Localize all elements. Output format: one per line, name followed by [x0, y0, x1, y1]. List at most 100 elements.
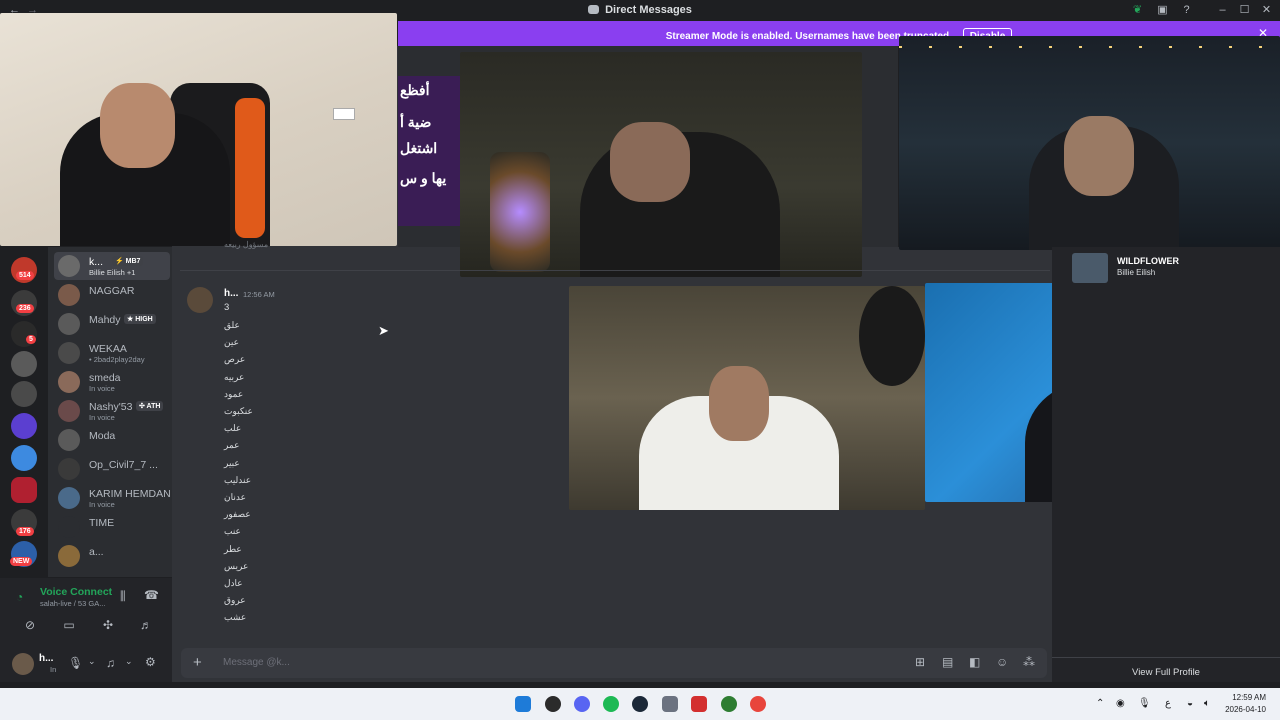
overlay-line: ضية أ: [400, 114, 432, 130]
inbox-icon[interactable]: ▣: [1156, 4, 1169, 17]
minimize-icon[interactable]: –: [1216, 4, 1229, 17]
server-tag: ⚡ MB7: [112, 256, 144, 266]
spotify-icon[interactable]: [603, 696, 619, 712]
dm-item[interactable]: Nashy'53 ✣ ATH In voice: [54, 397, 170, 425]
soundboard-icon[interactable]: ♬: [138, 618, 154, 632]
tray-mic-icon[interactable]: 🎙︎: [1138, 698, 1151, 709]
dm-item[interactable]: KARIM HEMDAN In voice: [54, 484, 171, 512]
overlay-line: يها و س: [400, 170, 447, 186]
dm-item[interactable]: TIME: [54, 513, 170, 541]
message-input[interactable]: Message @k...: [223, 657, 290, 668]
dm-item[interactable]: WEKAA • 2bad2play2day: [54, 339, 170, 367]
message-word-line: عندليب: [224, 474, 252, 485]
message-timestamp: 12:56 AM: [243, 290, 275, 299]
tray-app-icon[interactable]: ◉: [1116, 698, 1125, 709]
user-avatar[interactable]: [12, 653, 34, 675]
avatar: [58, 487, 80, 509]
overlay-line: أفظع: [400, 82, 430, 98]
dm-item[interactable]: Mahdy ★ HIGH: [54, 310, 170, 338]
chevron-down-icon[interactable]: ⌄: [88, 656, 96, 667]
close-window-icon[interactable]: ✕: [1260, 4, 1273, 17]
webcam-feed-top-left[interactable]: [0, 13, 397, 246]
message-avatar[interactable]: [187, 287, 213, 313]
dm-item[interactable]: smeda In voice: [54, 368, 170, 396]
microphone-icon[interactable]: 🎙︎: [68, 656, 83, 670]
chrome-icon[interactable]: [750, 696, 766, 712]
language-indicator[interactable]: ع: [1165, 698, 1171, 709]
avatar: [58, 255, 80, 277]
server-icon[interactable]: [11, 381, 37, 407]
server-icon[interactable]: [11, 477, 37, 503]
clock-date[interactable]: 2026-04-10: [1210, 705, 1266, 714]
message-author[interactable]: h...: [224, 288, 238, 299]
message-word-line: عين: [224, 337, 239, 348]
camera-off-icon[interactable]: ⊘: [22, 618, 38, 632]
sticker-icon[interactable]: ◧: [969, 655, 980, 669]
headphones-icon[interactable]: ♫: [106, 656, 115, 670]
steam-icon[interactable]: [632, 696, 648, 712]
webcam-feed-top-center[interactable]: [460, 52, 862, 277]
obs-icon[interactable]: [545, 696, 561, 712]
dm-activity: Billie Eilish +1: [89, 268, 136, 277]
dm-item[interactable]: k... ⚡ MB7 Billie Eilish +1: [54, 252, 170, 280]
dm-name: Mahdy: [89, 314, 121, 326]
server-icon-a[interactable]: [11, 445, 37, 471]
unread-badge: 236: [16, 304, 34, 313]
dm-list: k... ⚡ MB7 Billie Eilish +1 NAGGAR Mahdy…: [48, 247, 172, 577]
person-head: [1064, 116, 1134, 196]
avatar: [58, 458, 80, 480]
start-menu-icon[interactable]: [515, 696, 531, 712]
message-word-line: عمر: [224, 440, 240, 451]
maximize-icon[interactable]: ☐: [1238, 4, 1251, 17]
dm-item[interactable]: NAGGAR: [54, 281, 170, 309]
voice-channel[interactable]: salah-live / 53 GA...: [40, 599, 105, 608]
message-word-line: عبير: [224, 457, 240, 468]
dm-activity: • 2bad2play2day: [89, 355, 145, 364]
message-composer: + Message @k... ⊞ ▤ ◧ ☺ ⁂: [181, 648, 1047, 678]
cosmic-server-icon[interactable]: [11, 413, 37, 439]
message-word-line: عادل: [224, 578, 243, 588]
message-word-line: عربيه: [224, 371, 245, 382]
apps-icon[interactable]: ⁂: [1023, 655, 1035, 669]
overlay-line: اشتغل: [400, 140, 438, 156]
emoji-icon[interactable]: ☺: [996, 655, 1008, 669]
voice-connected-panel: ◔ Voice Connected salah-live / 53 GA... …: [0, 578, 172, 646]
avatar: [58, 313, 80, 335]
server-icon[interactable]: [11, 351, 37, 377]
discord-icon[interactable]: [574, 696, 590, 712]
view-full-profile-link[interactable]: View Full Profile: [1052, 667, 1280, 678]
dm-item[interactable]: Moda: [54, 426, 170, 454]
mouse-cursor-icon: ➤: [378, 323, 389, 338]
dm-name: Op_Civil7_7 ...: [89, 459, 158, 471]
dm-item[interactable]: Op_Civil7_7 ...: [54, 455, 170, 483]
activity-artist: Billie Eilish: [1117, 268, 1156, 277]
screen-share-icon[interactable]: ▭: [61, 618, 77, 632]
gif-icon[interactable]: ▤: [942, 655, 953, 669]
clock-time[interactable]: 12:59 AM: [1222, 693, 1266, 702]
new-badge: NEW: [10, 557, 33, 566]
message-word-line: عمود: [224, 388, 244, 399]
help-icon[interactable]: ?: [1180, 4, 1193, 17]
avatar: [58, 342, 80, 364]
message-word-line: عنب: [224, 526, 241, 537]
webcam-feed-bottom-center[interactable]: [569, 286, 925, 510]
unread-badge: 514: [16, 271, 34, 280]
gift-icon[interactable]: ⊞: [915, 655, 925, 669]
noise-suppression-icon[interactable]: ⫼: [120, 589, 126, 604]
leaf-icon[interactable]: ❦: [1131, 4, 1144, 17]
divider: [1052, 657, 1280, 658]
webcam-feed-top-right[interactable]: [899, 36, 1280, 250]
stream-text-overlay: أفظع ضية أ اشتغل يها و س: [398, 76, 460, 226]
add-attachment-icon[interactable]: +: [193, 654, 202, 671]
redragon-icon[interactable]: [691, 696, 707, 712]
settings-gear-icon[interactable]: ⚙: [145, 655, 156, 669]
dm-item[interactable]: a...: [54, 542, 170, 570]
app-icon[interactable]: [721, 696, 737, 712]
wifi-icon[interactable]: ◒: [1187, 698, 1193, 709]
person-head: [100, 83, 175, 168]
calculator-icon[interactable]: [662, 696, 678, 712]
tray-overflow-icon[interactable]: ⌃: [1096, 698, 1104, 709]
chevron-down-icon[interactable]: ⌄: [125, 656, 133, 667]
activities-icon[interactable]: ✣: [100, 618, 116, 632]
disconnect-icon[interactable]: ☎: [144, 588, 159, 602]
